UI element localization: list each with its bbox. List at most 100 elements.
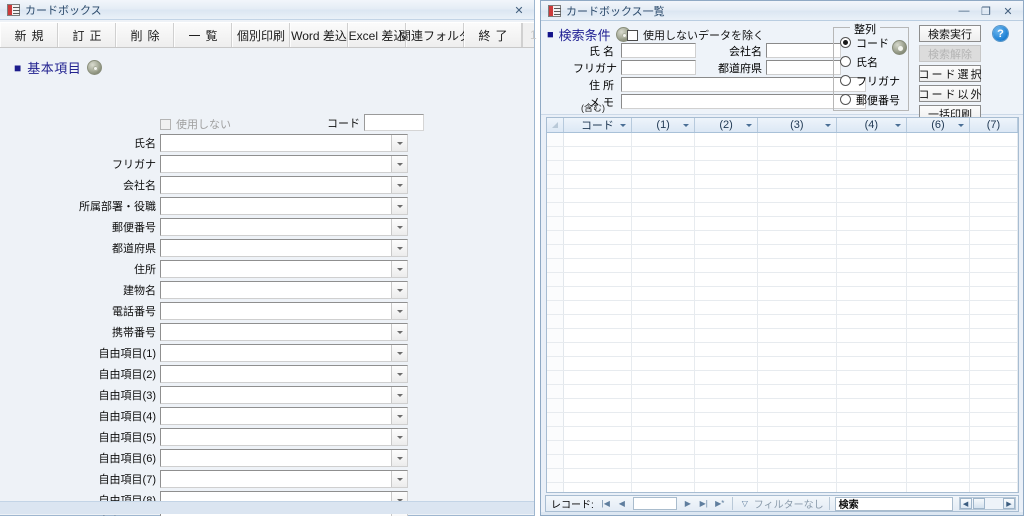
table-row[interactable] bbox=[547, 259, 1018, 273]
table-row[interactable] bbox=[547, 301, 1018, 315]
chevron-down-icon[interactable] bbox=[391, 324, 407, 340]
table-cell[interactable] bbox=[632, 413, 696, 426]
sort-option-furigana[interactable]: フリガナ bbox=[834, 71, 908, 90]
table-cell[interactable] bbox=[564, 427, 633, 440]
table-cell[interactable] bbox=[970, 273, 1018, 286]
table-row[interactable] bbox=[547, 413, 1018, 427]
table-row[interactable] bbox=[547, 427, 1018, 441]
table-cell[interactable] bbox=[970, 147, 1018, 160]
search-input-prefecture[interactable] bbox=[766, 60, 841, 75]
table-cell[interactable] bbox=[695, 203, 759, 216]
toolbar-button-list[interactable]: 一覧 bbox=[174, 23, 232, 47]
row-selector[interactable] bbox=[547, 413, 564, 426]
table-cell[interactable] bbox=[564, 343, 633, 356]
field-combo-free-2[interactable] bbox=[160, 365, 408, 383]
table-cell[interactable] bbox=[632, 357, 696, 370]
table-cell[interactable] bbox=[695, 427, 759, 440]
field-combo-furigana[interactable] bbox=[160, 155, 408, 173]
table-cell[interactable] bbox=[758, 217, 837, 230]
record-position-input[interactable] bbox=[632, 497, 677, 510]
chevron-down-icon[interactable] bbox=[391, 135, 407, 151]
table-cell[interactable] bbox=[758, 469, 837, 482]
table-cell[interactable] bbox=[907, 427, 970, 440]
table-cell[interactable] bbox=[907, 245, 970, 258]
table-cell[interactable] bbox=[758, 315, 837, 328]
table-cell[interactable] bbox=[837, 161, 907, 174]
search-input-memo[interactable] bbox=[621, 94, 866, 109]
close-icon[interactable]: ✕ bbox=[508, 2, 530, 18]
table-row[interactable] bbox=[547, 329, 1018, 343]
table-cell[interactable] bbox=[970, 483, 1018, 492]
chevron-down-icon[interactable] bbox=[683, 124, 690, 127]
chevron-down-icon[interactable] bbox=[391, 303, 407, 319]
table-cell[interactable] bbox=[837, 413, 907, 426]
search-input-address[interactable] bbox=[621, 77, 866, 92]
maximize-icon[interactable]: ❐ bbox=[975, 3, 997, 19]
table-cell[interactable] bbox=[970, 217, 1018, 230]
chevron-down-icon[interactable] bbox=[391, 177, 407, 193]
table-cell[interactable] bbox=[695, 399, 759, 412]
first-record-button[interactable]: |◀ bbox=[599, 497, 613, 511]
grid-column-7[interactable]: (7) bbox=[970, 118, 1018, 132]
row-selector[interactable] bbox=[547, 147, 564, 160]
table-cell[interactable] bbox=[564, 329, 633, 342]
field-combo-phone[interactable] bbox=[160, 302, 408, 320]
chevron-down-icon[interactable] bbox=[391, 240, 407, 256]
table-cell[interactable] bbox=[758, 329, 837, 342]
table-row[interactable] bbox=[547, 273, 1018, 287]
grid-column-6[interactable]: (6) bbox=[907, 118, 970, 132]
table-cell[interactable] bbox=[632, 161, 696, 174]
table-cell[interactable] bbox=[695, 133, 759, 146]
table-cell[interactable] bbox=[837, 259, 907, 272]
field-combo-mobile[interactable] bbox=[160, 323, 408, 341]
field-combo-free-4[interactable] bbox=[160, 407, 408, 425]
table-row[interactable] bbox=[547, 469, 1018, 483]
table-cell[interactable] bbox=[837, 147, 907, 160]
chevron-down-icon[interactable] bbox=[391, 408, 407, 424]
unused-checkbox[interactable] bbox=[160, 118, 171, 130]
table-cell[interactable] bbox=[907, 371, 970, 384]
table-cell[interactable] bbox=[837, 287, 907, 300]
table-cell[interactable] bbox=[758, 301, 837, 314]
record-search-input[interactable]: 検索 bbox=[834, 496, 953, 511]
grid-select-all-corner[interactable] bbox=[547, 118, 564, 132]
table-row[interactable] bbox=[547, 133, 1018, 147]
field-combo-free-1[interactable] bbox=[160, 344, 408, 362]
radio-furigana[interactable] bbox=[840, 75, 851, 86]
table-row[interactable] bbox=[547, 245, 1018, 259]
table-cell[interactable] bbox=[632, 315, 696, 328]
table-cell[interactable] bbox=[695, 441, 759, 454]
table-cell[interactable] bbox=[970, 441, 1018, 454]
table-row[interactable] bbox=[547, 231, 1018, 245]
table-cell[interactable] bbox=[907, 133, 970, 146]
field-combo-name[interactable] bbox=[160, 134, 408, 152]
chevron-down-icon[interactable] bbox=[391, 429, 407, 445]
table-row[interactable] bbox=[547, 175, 1018, 189]
field-combo-company[interactable] bbox=[160, 176, 408, 194]
table-cell[interactable] bbox=[632, 175, 696, 188]
table-cell[interactable] bbox=[837, 231, 907, 244]
row-selector[interactable] bbox=[547, 203, 564, 216]
table-row[interactable] bbox=[547, 483, 1018, 492]
table-cell[interactable] bbox=[564, 301, 633, 314]
table-cell[interactable] bbox=[907, 469, 970, 482]
row-selector[interactable] bbox=[547, 315, 564, 328]
toolbar-button-delete[interactable]: 削除 bbox=[116, 23, 174, 47]
table-cell[interactable] bbox=[907, 399, 970, 412]
table-cell[interactable] bbox=[837, 427, 907, 440]
table-cell[interactable] bbox=[564, 483, 633, 492]
table-cell[interactable] bbox=[632, 189, 696, 202]
table-cell[interactable] bbox=[758, 133, 837, 146]
table-cell[interactable] bbox=[695, 161, 759, 174]
table-cell[interactable] bbox=[632, 343, 696, 356]
chevron-down-icon[interactable] bbox=[391, 345, 407, 361]
row-selector[interactable] bbox=[547, 469, 564, 482]
table-row[interactable] bbox=[547, 189, 1018, 203]
chevron-down-icon[interactable] bbox=[391, 366, 407, 382]
table-cell[interactable] bbox=[837, 203, 907, 216]
sort-option-name[interactable]: 氏名 bbox=[834, 52, 908, 71]
table-cell[interactable] bbox=[970, 189, 1018, 202]
table-cell[interactable] bbox=[970, 175, 1018, 188]
table-cell[interactable] bbox=[695, 301, 759, 314]
table-cell[interactable] bbox=[695, 147, 759, 160]
